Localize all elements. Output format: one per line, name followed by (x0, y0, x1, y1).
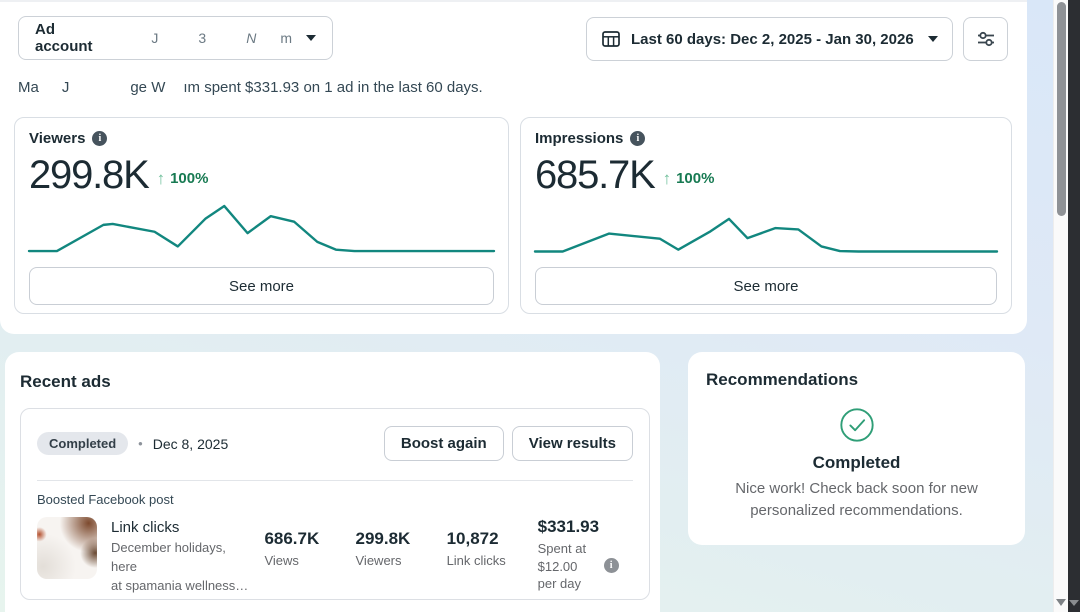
ad-description: at spamania wellness… (111, 578, 248, 593)
edge-down-arrow-icon (1069, 600, 1079, 606)
summary-fragment: J (62, 79, 70, 96)
spend-summary-line: Ma Jge W ım spent $331.93 on 1 ad in the l… (18, 79, 483, 96)
ad-description: December holidays, here (111, 540, 226, 574)
ad-type-label: Boosted Facebook post (37, 492, 633, 507)
viewers-change-percent: 100% (170, 170, 208, 187)
spend-metric: $331.93 Spent at $12.00 per day i (538, 517, 633, 593)
viewers-value: 299.8K (29, 153, 149, 198)
recommendations-status: Completed (706, 453, 1007, 473)
divider (37, 480, 633, 481)
chevron-down-icon (928, 36, 938, 42)
link-clicks-metric: 10,872 Link clicks (447, 517, 524, 568)
recent-ads-panel: Recent ads Completed • Dec 8, 2025 Boost… (5, 352, 660, 612)
ad-detail-row: Link clicks December holidays, here at s… (37, 517, 633, 596)
views-label: Views (264, 553, 341, 568)
impressions-sparkline-chart (535, 202, 997, 256)
impressions-metric-card: Impressions i 685.7K ↑ 100% See more (520, 117, 1012, 314)
account-name-fragment: N (246, 30, 256, 46)
sliders-icon (976, 29, 996, 49)
viewers-metric: 299.8K Viewers (356, 517, 433, 568)
account-name-fragment: J (151, 30, 158, 46)
spend-detail: Spent at (538, 541, 586, 556)
viewers-label: Viewers (356, 553, 433, 568)
spend-detail: per day (538, 576, 581, 591)
ad-thumbnail-image[interactable] (37, 517, 97, 579)
adjust-settings-button[interactable] (963, 17, 1008, 61)
ad-date: Dec 8, 2025 (153, 436, 229, 452)
viewers-sparkline-chart (29, 202, 494, 256)
spend-value: $331.93 (538, 517, 633, 537)
views-metric: 686.7K Views (264, 517, 341, 568)
overview-panel: Ad account J 3 N m Last 60 days: Dec 2, … (0, 0, 1027, 334)
ads-manager-overview: Ad account J 3 N m Last 60 days: Dec 2, … (0, 0, 1080, 612)
dot-separator: • (138, 436, 143, 451)
check-circle-icon (838, 406, 876, 444)
trend-up-icon: ↑ (157, 169, 166, 189)
account-name-fragment: 3 (198, 30, 206, 46)
window-edge (1068, 0, 1080, 612)
summary-fragment: Ma (18, 79, 39, 96)
recent-ads-title: Recent ads (20, 372, 111, 392)
date-range-dropdown[interactable]: Last 60 days: Dec 2, 2025 - Jan 30, 2026 (586, 17, 953, 61)
impressions-change-percent: 100% (676, 170, 714, 187)
calendar-icon (601, 29, 621, 49)
ad-objective: Link clicks (111, 519, 250, 536)
impressions-card-title: Impressions (535, 130, 623, 147)
viewers-see-more-button[interactable]: See more (29, 267, 494, 305)
scrollbar-thumb[interactable] (1057, 2, 1066, 216)
boost-again-button[interactable]: Boost again (384, 426, 504, 461)
view-results-button[interactable]: View results (512, 426, 633, 461)
spend-detail: $12.00 (538, 559, 578, 574)
link-clicks-value: 10,872 (447, 529, 524, 549)
ad-card: Completed • Dec 8, 2025 Boost again View… (20, 408, 650, 600)
impressions-see-more-button[interactable]: See more (535, 267, 997, 305)
views-value: 686.7K (264, 529, 341, 549)
viewers-value: 299.8K (356, 529, 433, 549)
viewers-metric-card: Viewers i 299.8K ↑ 100% See more (14, 117, 509, 314)
trend-up-icon: ↑ (663, 169, 672, 189)
scrollbar-down-arrow-icon[interactable] (1056, 599, 1066, 606)
summary-fragment: ım spent $331.93 on 1 ad in the last 60 … (183, 79, 482, 96)
page-background: Ad account J 3 N m Last 60 days: Dec 2, … (0, 0, 1053, 612)
account-name-fragment: m (280, 30, 292, 46)
recommendations-title: Recommendations (706, 370, 1007, 390)
info-icon[interactable]: i (604, 558, 619, 573)
recommendations-panel: Recommendations Completed Nice work! Che… (688, 352, 1025, 545)
viewers-card-title: Viewers (29, 130, 85, 147)
link-clicks-label: Link clicks (447, 553, 524, 568)
date-range-label: Last 60 days: Dec 2, 2025 - Jan 30, 2026 (631, 31, 914, 48)
impressions-value: 685.7K (535, 153, 655, 198)
ad-account-label: Ad account (35, 21, 103, 55)
recommendations-message: Nice work! Check back soon for new (735, 480, 978, 497)
recommendations-message: personalized recommendations. (750, 502, 963, 519)
chevron-down-icon (306, 35, 316, 41)
status-badge: Completed (37, 432, 128, 455)
summary-fragment: ge W (130, 79, 165, 96)
info-icon[interactable]: i (92, 131, 107, 146)
info-icon[interactable]: i (630, 131, 645, 146)
scrollbar-track[interactable] (1053, 0, 1068, 612)
ad-account-dropdown[interactable]: Ad account J 3 N m (18, 16, 333, 60)
